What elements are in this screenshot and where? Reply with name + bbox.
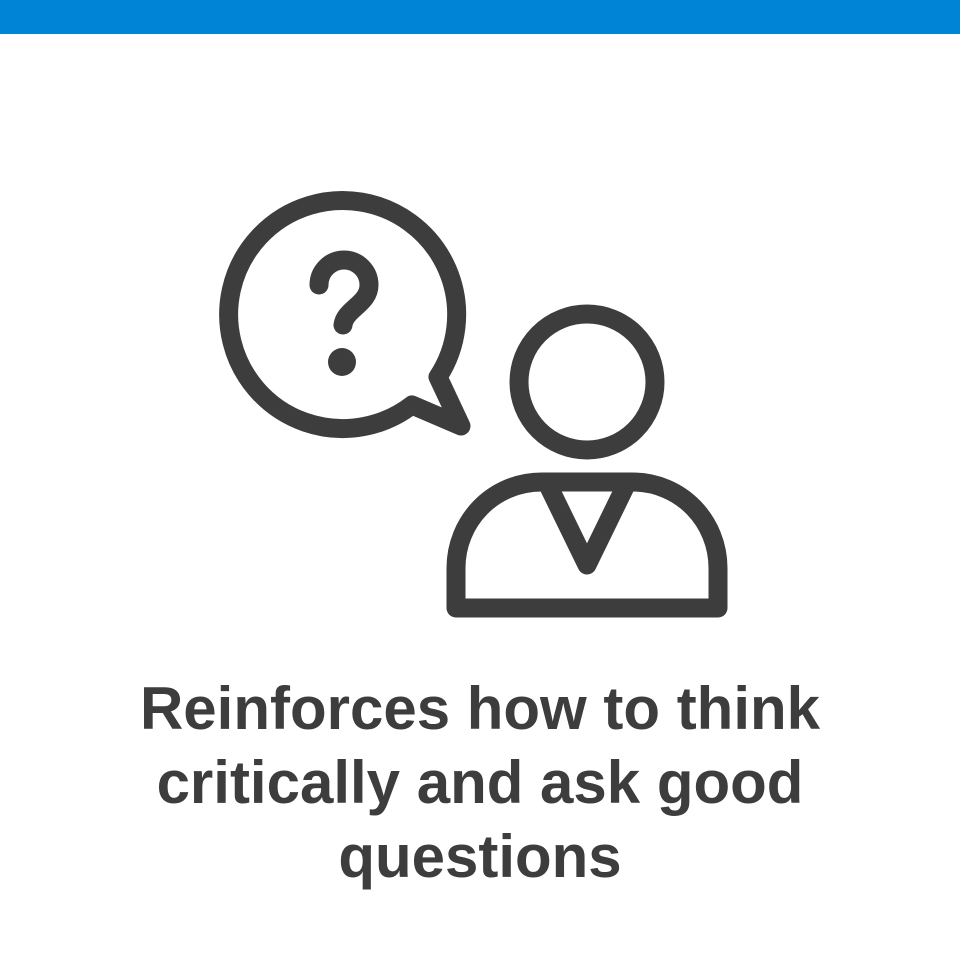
page: Reinforces how to think critically and a… (0, 0, 960, 960)
person-icon (446, 304, 728, 618)
caption-text: Reinforces how to think critically and a… (139, 675, 821, 890)
person-head (509, 304, 665, 460)
question-mark-icon (309, 250, 379, 376)
person-collar (539, 477, 635, 575)
